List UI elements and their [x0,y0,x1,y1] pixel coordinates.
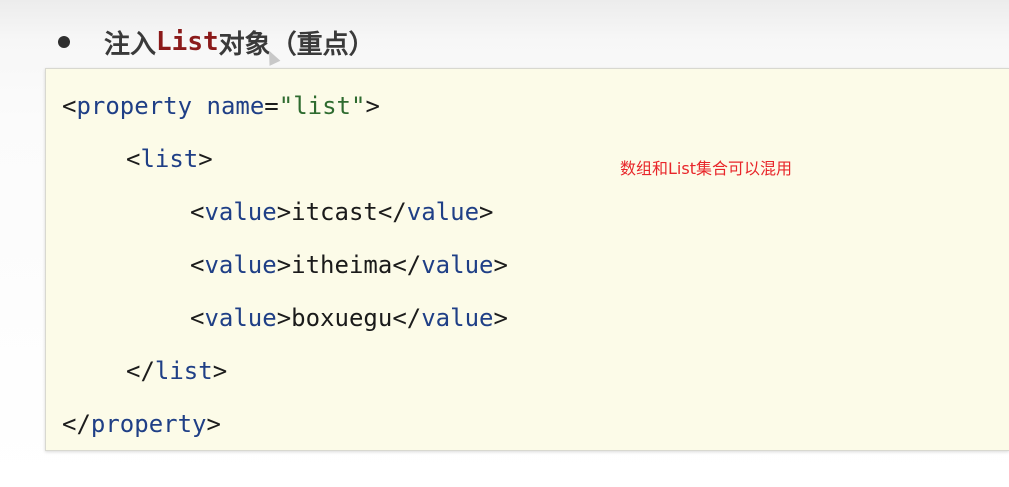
code-line-list-close: </list> [126,357,228,385]
bullet-icon [58,36,70,48]
annotation-note: 数组和List集合可以混用 [620,159,792,178]
heading-keyword: List [156,27,219,57]
code-block: <property name="list"> <list> <value>itc… [45,68,1009,451]
code-line-value-boxuegu: <value>boxuegu</value> [190,304,508,332]
code-line-property-open: <property name="list"> [62,92,380,120]
heading-prefix: 注入 [104,29,157,60]
heading-suffix: 对象（重点） [218,29,375,60]
code-line-list-open: <list> [126,145,213,173]
code-line-value-itheima: <value>itheima</value> [190,251,508,279]
code-line-property-close: </property> [62,410,221,438]
slide-heading: 注入 List 对象（重点） [58,22,375,62]
code-line-value-itcast: <value>itcast</value> [190,198,494,226]
